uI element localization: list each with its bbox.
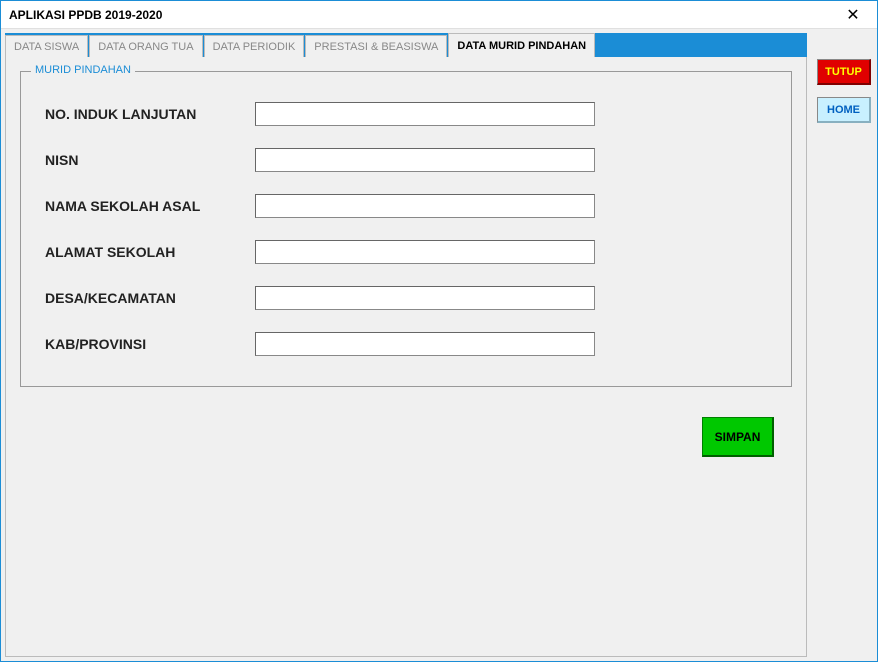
tab-data-orang-tua[interactable]: DATA ORANG TUA bbox=[89, 35, 202, 57]
window-title: APLIKASI PPDB 2019-2020 bbox=[9, 8, 162, 22]
row-nama-sekolah: NAMA SEKOLAH ASAL bbox=[45, 194, 767, 218]
content-area: DATA SISWA DATA ORANG TUA DATA PERIODIK … bbox=[1, 29, 877, 661]
fieldset-murid-pindahan: MURID PINDAHAN NO. INDUK LANJUTAN NISN N… bbox=[20, 71, 792, 387]
tab-body: MURID PINDAHAN NO. INDUK LANJUTAN NISN N… bbox=[5, 57, 807, 657]
label-no-induk: NO. INDUK LANJUTAN bbox=[45, 106, 255, 122]
simpan-button[interactable]: SIMPAN bbox=[702, 417, 774, 457]
input-nama-sekolah[interactable] bbox=[255, 194, 595, 218]
button-bar: SIMPAN bbox=[20, 417, 792, 457]
label-alamat-sekolah: ALAMAT SEKOLAH bbox=[45, 244, 255, 260]
app-window: APLIKASI PPDB 2019-2020 ✕ DATA SISWA DAT… bbox=[0, 0, 878, 662]
main-panel: DATA SISWA DATA ORANG TUA DATA PERIODIK … bbox=[5, 33, 807, 657]
label-desa: DESA/KECAMATAN bbox=[45, 290, 255, 306]
tab-data-murid-pindahan[interactable]: DATA MURID PINDAHAN bbox=[448, 33, 595, 57]
tutup-button[interactable]: TUTUP bbox=[817, 59, 871, 85]
label-kab: KAB/PROVINSI bbox=[45, 336, 255, 352]
row-no-induk: NO. INDUK LANJUTAN bbox=[45, 102, 767, 126]
row-nisn: NISN bbox=[45, 148, 767, 172]
tab-data-siswa[interactable]: DATA SISWA bbox=[5, 35, 88, 57]
row-desa: DESA/KECAMATAN bbox=[45, 286, 767, 310]
tab-data-periodik[interactable]: DATA PERIODIK bbox=[204, 35, 305, 57]
titlebar: APLIKASI PPDB 2019-2020 ✕ bbox=[1, 1, 877, 29]
row-kab: KAB/PROVINSI bbox=[45, 332, 767, 356]
input-desa[interactable] bbox=[255, 286, 595, 310]
label-nisn: NISN bbox=[45, 152, 255, 168]
row-alamat-sekolah: ALAMAT SEKOLAH bbox=[45, 240, 767, 264]
label-nama-sekolah: NAMA SEKOLAH ASAL bbox=[45, 198, 255, 214]
input-no-induk[interactable] bbox=[255, 102, 595, 126]
input-kab[interactable] bbox=[255, 332, 595, 356]
tabstrip: DATA SISWA DATA ORANG TUA DATA PERIODIK … bbox=[5, 33, 807, 57]
side-panel: TUTUP HOME bbox=[817, 33, 873, 657]
fieldset-legend: MURID PINDAHAN bbox=[31, 64, 135, 76]
home-button[interactable]: HOME bbox=[817, 97, 871, 123]
tab-prestasi-beasiswa[interactable]: PRESTASI & BEASISWA bbox=[305, 35, 447, 57]
input-alamat-sekolah[interactable] bbox=[255, 240, 595, 264]
close-icon[interactable]: ✕ bbox=[837, 5, 869, 25]
input-nisn[interactable] bbox=[255, 148, 595, 172]
